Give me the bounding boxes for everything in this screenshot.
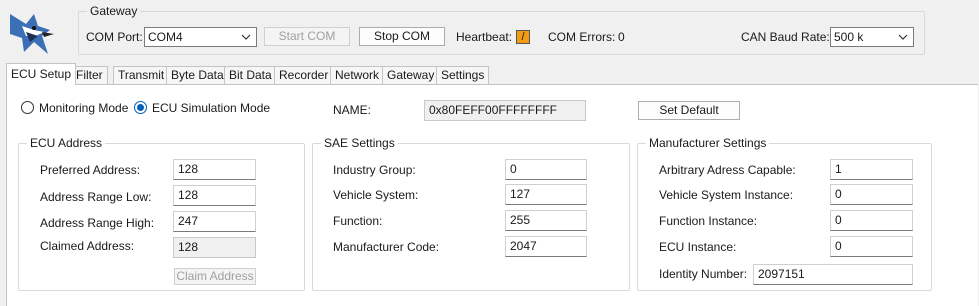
vehicle-system-field[interactable]: 127 [505, 184, 587, 205]
chevron-down-icon [897, 28, 909, 46]
function-instance-label: Function Instance: [659, 214, 758, 228]
heartbeat-indicator: / [516, 30, 530, 44]
function-label: Function: [333, 214, 383, 228]
tab-recorder[interactable]: Recorder [274, 66, 334, 84]
address-range-low-field[interactable]: 128 [173, 185, 256, 206]
function-field[interactable]: 255 [505, 210, 587, 231]
preferred-address-label: Preferred Address: [40, 163, 141, 177]
identity-number-field[interactable]: 2097151 [753, 264, 913, 285]
tab-ecu-setup[interactable]: ECU Setup [6, 63, 77, 85]
function-instance-field[interactable]: 0 [830, 210, 913, 231]
claimed-address-field: 128 [173, 237, 256, 258]
simulation-mode-radio[interactable] [134, 101, 147, 114]
com-errors-value: 0 [618, 30, 625, 44]
simulation-mode-label[interactable]: ECU Simulation Mode [152, 101, 270, 115]
address-range-high-label: Address Range High: [40, 216, 155, 230]
ecu-address-title: ECU Address [27, 136, 106, 150]
arbitrary-address-field[interactable]: 1 [830, 159, 913, 180]
manufacturer-settings-title: Manufacturer Settings [646, 136, 770, 150]
monitoring-mode-radio[interactable] [21, 101, 34, 114]
tab-byte-data[interactable]: Byte Data [166, 66, 229, 84]
name-label: NAME: [333, 103, 372, 117]
tab-filter[interactable]: Filter [71, 66, 108, 84]
app-logo-icon [4, 8, 60, 60]
com-errors-label: COM Errors: [548, 30, 616, 44]
baud-rate-value: 500 k [834, 30, 864, 44]
preferred-address-field[interactable]: 128 [173, 159, 256, 180]
sae-settings-title: SAE Settings [321, 136, 398, 150]
com-port-select[interactable]: COM4 [144, 27, 257, 47]
vehicle-system-label: Vehicle System: [333, 188, 419, 202]
monitoring-mode-label[interactable]: Monitoring Mode [39, 101, 128, 115]
manufacturer-code-field[interactable]: 2047 [505, 236, 587, 257]
tab-bit-data[interactable]: Bit Data [224, 66, 277, 84]
ecu-instance-field[interactable]: 0 [830, 236, 913, 257]
name-field: 0x80FEFF00FFFFFFFF [424, 100, 586, 121]
tab-gateway[interactable]: Gateway [382, 66, 440, 84]
com-port-value: COM4 [148, 30, 183, 44]
start-com-button[interactable]: Start COM [264, 27, 350, 46]
baud-rate-label: CAN Baud Rate: [741, 30, 830, 44]
tab-network[interactable]: Network [330, 66, 385, 84]
tab-transmit[interactable]: Transmit [113, 66, 170, 84]
ecu-instance-label: ECU Instance: [659, 240, 737, 254]
chevron-down-icon [240, 28, 252, 46]
arbitrary-address-label: Arbitrary Adress Capable: [659, 163, 796, 177]
tab-settings[interactable]: Settings [436, 66, 490, 84]
claim-address-button[interactable]: Claim Address [174, 268, 256, 285]
heartbeat-label: Heartbeat: [456, 30, 513, 44]
vehicle-system-instance-field[interactable]: 0 [830, 184, 913, 205]
address-range-high-field[interactable]: 247 [173, 211, 256, 232]
industry-group-field[interactable]: 0 [505, 159, 587, 180]
claimed-address-label: Claimed Address: [40, 239, 135, 253]
industry-group-label: Industry Group: [333, 163, 416, 177]
identity-number-label: Identity Number: [659, 267, 748, 281]
vehicle-system-instance-label: Vehicle System Instance: [659, 188, 794, 202]
address-range-low-label: Address Range Low: [40, 190, 152, 204]
manufacturer-code-label: Manufacturer Code: [333, 240, 440, 254]
com-port-label: COM Port: [86, 30, 143, 44]
gateway-group-title: Gateway [87, 4, 141, 18]
stop-com-button[interactable]: Stop COM [359, 27, 445, 46]
set-default-button[interactable]: Set Default [638, 101, 740, 120]
baud-rate-select[interactable]: 500 k [830, 27, 914, 47]
heartbeat-glyph: / [521, 31, 525, 43]
